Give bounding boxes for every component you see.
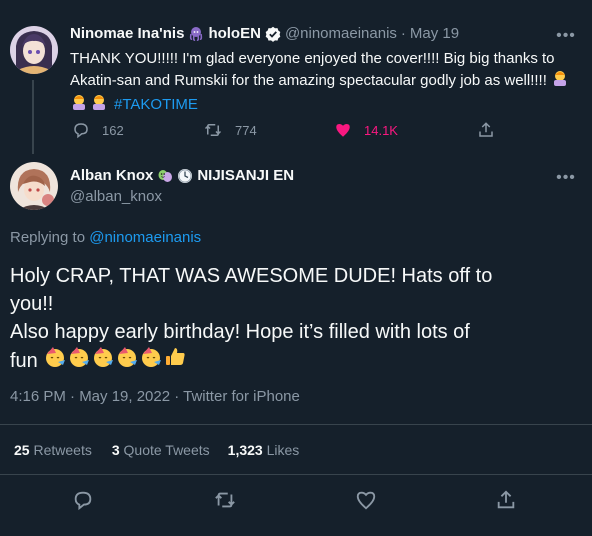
partying-face-emoji-icon bbox=[92, 346, 114, 376]
quote-tweets-stat[interactable]: 3 Quote Tweets bbox=[112, 442, 210, 458]
user-handle[interactable]: @alban_knox bbox=[70, 188, 162, 205]
share-icon[interactable] bbox=[495, 489, 517, 511]
replying-to-handle[interactable]: @ninomaeinanis bbox=[89, 229, 201, 246]
partying-face-emoji-icon bbox=[116, 346, 138, 376]
tweet-date[interactable]: May 19 bbox=[410, 25, 459, 42]
display-name[interactable]: Alban Knox bbox=[70, 167, 153, 184]
partying-face-emoji-icon bbox=[140, 346, 162, 376]
bowing-person-emoji-icon bbox=[551, 69, 569, 93]
display-name-suffix: holoEN bbox=[208, 25, 261, 42]
retweet-count: 774 bbox=[235, 122, 257, 138]
likes-stat[interactable]: 1,323 Likes bbox=[228, 442, 300, 458]
more-options-icon[interactable]: ••• bbox=[556, 26, 576, 46]
quote-tweets-label: Quote Tweets bbox=[123, 442, 210, 458]
retweets-label: Retweets bbox=[33, 442, 92, 458]
tweet-text-line: you!! bbox=[10, 293, 54, 315]
reply-icon[interactable] bbox=[72, 489, 94, 511]
user-handle[interactable]: @ninomaeinanis bbox=[285, 25, 397, 42]
avatar[interactable] bbox=[10, 162, 58, 210]
likes-label: Likes bbox=[266, 442, 300, 458]
retweet-icon[interactable] bbox=[213, 489, 237, 511]
clock-emoji-icon bbox=[177, 168, 193, 184]
like-icon[interactable] bbox=[355, 489, 377, 511]
more-options-icon[interactable]: ••• bbox=[556, 168, 576, 188]
verified-badge-icon bbox=[265, 26, 281, 42]
hashtag-link[interactable]: #TAKOTIME bbox=[114, 95, 198, 115]
bowing-person-emoji-icon bbox=[90, 93, 108, 117]
reply-count: 162 bbox=[102, 122, 124, 138]
retweet-button[interactable]: 774 bbox=[203, 121, 257, 139]
replying-to-label: Replying to bbox=[10, 229, 86, 246]
heart-filled-icon bbox=[334, 121, 352, 139]
bowing-person-emoji-icon bbox=[70, 93, 88, 117]
likes-count: 1,323 bbox=[227, 442, 263, 458]
thread-connector-line bbox=[32, 80, 34, 154]
tweet-timestamp[interactable]: 4:16 PM · May 19, 2022 · Twitter for iPh… bbox=[10, 388, 300, 405]
like-button[interactable]: 14.1K bbox=[334, 121, 398, 139]
display-name[interactable]: Ninomae Ina'nis bbox=[70, 25, 184, 42]
retweet-icon bbox=[203, 121, 223, 139]
reply-icon bbox=[72, 121, 90, 139]
share-icon[interactable] bbox=[477, 121, 495, 139]
dot-separator: · bbox=[400, 25, 406, 42]
retweets-count: 25 bbox=[14, 442, 30, 458]
tweet-text-line: THANK YOU!!!!! I'm glad everyone enjoyed… bbox=[70, 50, 555, 67]
partying-face-emoji-icon bbox=[68, 346, 90, 376]
divider bbox=[0, 474, 592, 475]
avatar[interactable] bbox=[10, 26, 58, 74]
tweet-text-line: Also happy early birthday! Hope it’s fil… bbox=[10, 321, 470, 343]
thumbs-up-emoji-icon bbox=[164, 346, 186, 376]
quote-tweets-count: 3 bbox=[111, 442, 120, 458]
reply-button[interactable]: 162 bbox=[72, 121, 124, 139]
theater-masks-emoji-icon bbox=[157, 168, 173, 184]
tweet-text-line: Akatin-san and Rumskii for the amazing s… bbox=[70, 72, 547, 89]
partying-face-emoji-icon bbox=[44, 346, 66, 376]
like-count: 14.1K bbox=[364, 122, 398, 138]
tweet-text-line: Holy CRAP, THAT WAS AWESOME DUDE! Hats o… bbox=[10, 265, 493, 287]
retweets-stat[interactable]: 25 Retweets bbox=[14, 442, 92, 458]
divider bbox=[0, 424, 592, 425]
octopus-emoji-icon bbox=[188, 26, 204, 42]
display-name-suffix: NIJISANJI EN bbox=[197, 167, 295, 184]
tweet-text-line: fun bbox=[10, 350, 38, 372]
